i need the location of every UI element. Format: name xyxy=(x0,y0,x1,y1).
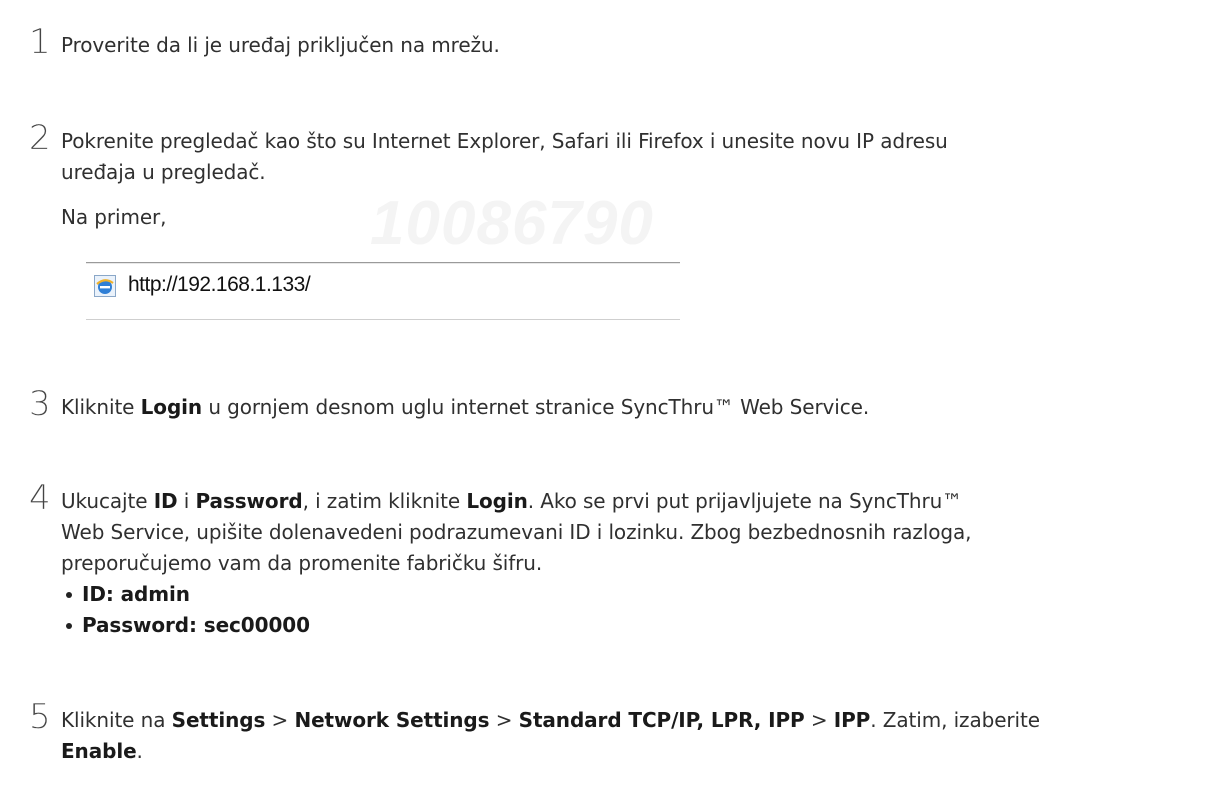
internet-explorer-icon xyxy=(94,275,116,297)
step-line: Enable. xyxy=(61,739,143,763)
password-term: Password xyxy=(195,489,303,513)
step-number: 5 xyxy=(29,697,51,737)
list-item: ID: admin xyxy=(61,579,1201,610)
menu-path-ipp: IPP xyxy=(833,708,871,732)
step-line: Kliknite na Settings > Network Settings … xyxy=(61,708,1040,732)
step-number: 4 xyxy=(29,478,51,518)
step-text: Pokrenite pregledač kao što su Internet … xyxy=(61,126,1201,233)
step-number: 2 xyxy=(29,118,51,158)
enable-term: Enable xyxy=(61,739,137,763)
menu-path-standard-tcpip: Standard TCP/IP, LPR, IPP xyxy=(518,708,805,732)
step-text: Kliknite na Settings > Network Settings … xyxy=(61,705,1201,767)
step-text: Proverite da li je uređaj priključen na … xyxy=(61,33,500,57)
step-line: uređaja u pregledač. xyxy=(61,160,266,184)
step-number: 1 xyxy=(29,22,51,62)
url-text: http://192.168.1.133/ xyxy=(128,273,311,296)
step-number: 3 xyxy=(29,384,51,424)
menu-path-network-settings: Network Settings xyxy=(294,708,490,732)
step-line: Ukucajte ID i Password, i zatim kliknite… xyxy=(61,489,963,513)
step-text: Kliknite Login u gornjem desnom uglu int… xyxy=(61,395,870,419)
step-text: Ukucajte ID i Password, i zatim kliknite… xyxy=(61,486,1201,641)
step-line: Web Service, upišite dolenavedeni podraz… xyxy=(61,520,972,544)
login-term: Login xyxy=(466,489,528,513)
login-term: Login xyxy=(140,395,203,419)
menu-path-settings: Settings xyxy=(171,708,266,732)
credentials-list: ID: admin Password: sec00000 xyxy=(61,579,1201,641)
step-line: Pokrenite pregledač kao što su Internet … xyxy=(61,129,948,153)
step-line: preporučujemo vam da promenite fabričku … xyxy=(61,551,543,575)
address-bar-example: http://192.168.1.133/ xyxy=(86,262,680,320)
list-item: Password: sec00000 xyxy=(61,610,1201,641)
example-label: Na primer, xyxy=(61,205,167,229)
id-term: ID xyxy=(153,489,178,513)
